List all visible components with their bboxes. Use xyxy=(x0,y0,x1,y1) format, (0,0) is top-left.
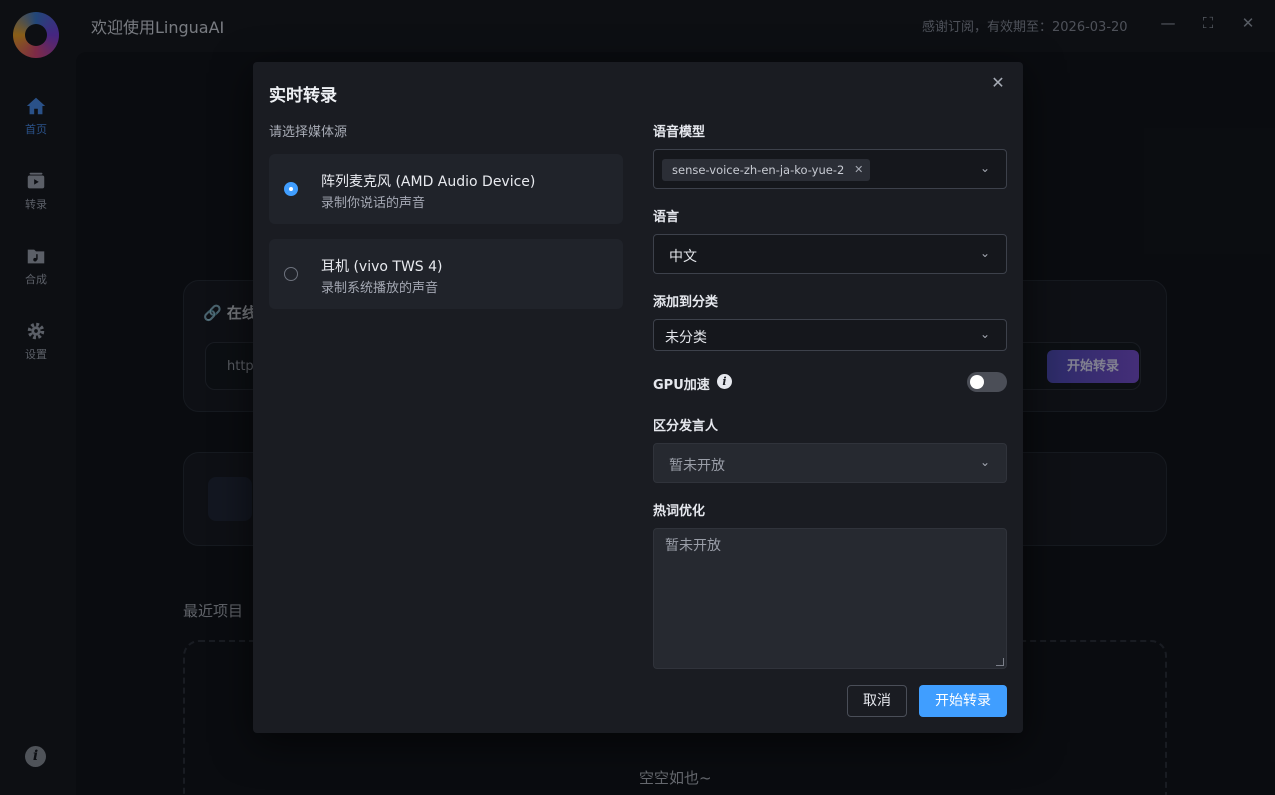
model-tag-text: sense-voice-zh-en-ja-ko-yue-2 xyxy=(672,163,845,177)
source-desc: 录制系统播放的声音 xyxy=(321,281,439,296)
language-label: 语言 xyxy=(653,210,680,225)
dialog-title: 实时转录 xyxy=(269,86,337,106)
realtime-transcribe-dialog: 实时转录 ✕ 请选择媒体源 阵列麦克风 (AMD Audio Device) 录… xyxy=(253,62,1023,733)
chevron-down-icon: ⌄ xyxy=(980,161,991,175)
source-name: 阵列麦克风 (AMD Audio Device) xyxy=(321,174,536,190)
toggle-knob xyxy=(970,375,984,389)
close-icon[interactable]: ✕ xyxy=(989,74,1007,92)
source-desc: 录制你说话的声音 xyxy=(321,196,426,211)
start-transcribe-button[interactable]: 开始转录 xyxy=(919,685,1007,717)
hotword-textarea: 暂未开放 xyxy=(653,528,1007,669)
info-icon[interactable]: i xyxy=(717,374,732,389)
language-value: 中文 xyxy=(669,249,697,265)
speaker-select: 暂未开放 ⌄ xyxy=(653,443,1007,483)
category-select[interactable]: 未分类 ⌄ xyxy=(653,319,1007,351)
category-value: 未分类 xyxy=(665,330,707,346)
model-select[interactable]: sense-voice-zh-en-ja-ko-yue-2 ✕ ⌄ xyxy=(653,149,1007,189)
source-name: 耳机 (vivo TWS 4) xyxy=(321,259,443,275)
radio-button[interactable] xyxy=(284,182,298,196)
chevron-down-icon: ⌄ xyxy=(980,246,991,260)
radio-button[interactable] xyxy=(284,267,298,281)
chevron-down-icon: ⌄ xyxy=(980,327,991,341)
tag-remove-icon[interactable]: ✕ xyxy=(854,159,863,181)
hotword-label: 热词优化 xyxy=(653,504,706,519)
speaker-label: 区分发言人 xyxy=(653,419,719,434)
cancel-button[interactable]: 取消 xyxy=(847,685,907,717)
resize-handle xyxy=(996,658,1004,666)
chevron-down-icon: ⌄ xyxy=(980,455,991,469)
source-option-microphone[interactable]: 阵列麦克风 (AMD Audio Device) 录制你说话的声音 xyxy=(269,154,623,224)
source-option-headphones[interactable]: 耳机 (vivo TWS 4) 录制系统播放的声音 xyxy=(269,239,623,309)
hotword-placeholder: 暂未开放 xyxy=(665,538,721,554)
category-label: 添加到分类 xyxy=(653,295,719,310)
model-label: 语音模型 xyxy=(653,125,706,140)
gpu-toggle[interactable] xyxy=(967,372,1007,392)
language-select[interactable]: 中文 ⌄ xyxy=(653,234,1007,274)
speaker-value: 暂未开放 xyxy=(669,458,725,474)
source-label: 请选择媒体源 xyxy=(269,125,348,140)
gpu-label: GPU加速 xyxy=(653,378,710,393)
model-tag: sense-voice-zh-en-ja-ko-yue-2 ✕ xyxy=(662,159,871,181)
